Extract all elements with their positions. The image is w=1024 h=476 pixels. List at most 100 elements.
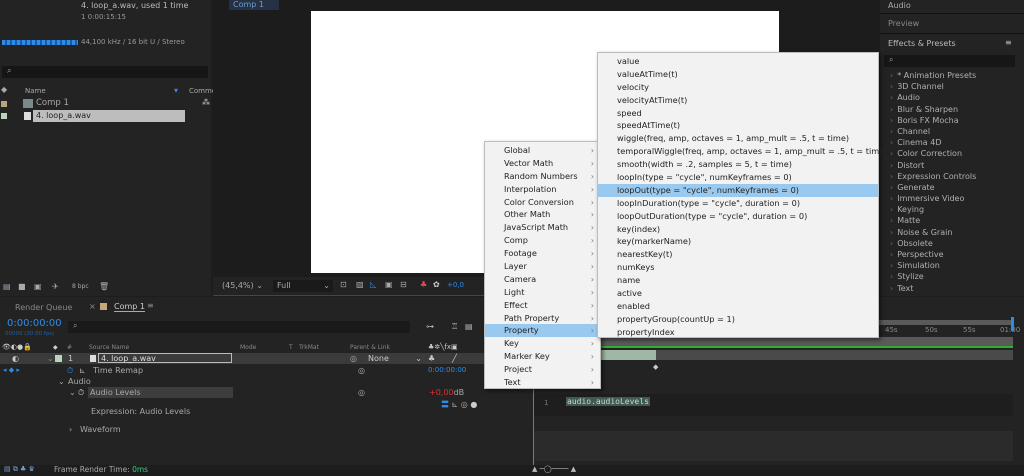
effect-category[interactable]: › * Animation Presets	[884, 70, 1015, 81]
submenu-item[interactable]: active	[598, 287, 878, 300]
expand-chevron-icon[interactable]: ›	[890, 105, 893, 114]
exposure-value[interactable]: +0,0	[447, 281, 464, 289]
expand-chevron-icon[interactable]: ›	[890, 261, 893, 270]
menu-item-marker-key[interactable]: Marker Key ›	[485, 350, 600, 363]
stopwatch-icon[interactable]: ⏱	[67, 365, 73, 376]
expand-chevron-icon[interactable]: ›	[890, 183, 893, 192]
menu-item-global[interactable]: Global ›	[485, 144, 600, 157]
submenu-item[interactable]: loopOut(type = "cycle", numKeyframes = 0…	[598, 183, 878, 197]
source-name-column[interactable]: Source Name	[89, 342, 129, 353]
trash-icon[interactable]: 🗑	[99, 282, 109, 291]
parent-dropdown[interactable]: None ⌄	[362, 353, 424, 364]
expand-chevron-icon[interactable]: ›	[890, 250, 893, 259]
submenu-item[interactable]: speedAtTime(t)	[598, 119, 878, 132]
stopwatch-icon[interactable]: ⏱	[78, 387, 84, 398]
submenu-item[interactable]: velocity	[598, 81, 878, 94]
menu-item-vector-math[interactable]: Vector Math ›	[485, 157, 600, 170]
work-area-end-handle[interactable]	[1011, 317, 1014, 331]
expand-chevron-icon[interactable]: ›	[890, 149, 893, 158]
status-icons[interactable]: ▤ ⧉ ♣ ♛	[4, 465, 35, 474]
timeline-search-input[interactable]: ⌕	[68, 321, 410, 333]
menu-item-comp[interactable]: Comp ›	[485, 234, 600, 247]
waveform-row[interactable]: › Waveform	[0, 424, 530, 435]
grid-guides-icon[interactable]: ⊟	[400, 280, 407, 289]
tab-render-queue[interactable]: Render Queue	[15, 303, 72, 312]
submenu-item[interactable]: nearestKey(t)	[598, 248, 878, 261]
expand-chevron-icon[interactable]: ›	[890, 272, 893, 281]
preview-panel-header[interactable]: Preview	[888, 19, 919, 28]
zoom-slider[interactable]: ▲ ─◯──── ▲	[532, 465, 576, 473]
effect-category[interactable]: › Color Correction	[884, 148, 1015, 159]
menu-item-text[interactable]: Text ›	[485, 376, 600, 389]
expand-chevron-icon[interactable]: ›	[890, 172, 893, 181]
exposure-reset-icon[interactable]: ✿	[433, 280, 440, 289]
audio-panel-header[interactable]: Audio	[888, 1, 911, 10]
pickwhip-icon[interactable]: ◎	[358, 387, 365, 398]
menu-item-other-math[interactable]: Other Math ›	[485, 208, 600, 221]
menu-item-color-conversion[interactable]: Color Conversion ›	[485, 196, 600, 209]
menu-item-key[interactable]: Key ›	[485, 337, 600, 350]
submenu-item[interactable]: propertyIndex	[598, 326, 878, 339]
zoom-dropdown[interactable]: (45,4%) ⌄	[222, 281, 263, 290]
tab-comp-1[interactable]: Comp 1	[114, 302, 145, 312]
effect-category[interactable]: › Perspective	[884, 249, 1015, 260]
submenu-item[interactable]: temporalWiggle(freq, amp, octaves = 1, a…	[598, 145, 887, 158]
work-area-bar[interactable]	[878, 320, 1013, 325]
effects-search-input[interactable]: ⌕	[884, 55, 1015, 67]
menu-item-effect[interactable]: Effect ›	[485, 299, 600, 312]
layer-duration-bar[interactable]	[530, 350, 1013, 360]
transparency-grid-icon[interactable]: ▨	[356, 280, 364, 289]
expand-chevron-icon[interactable]: ⌄	[69, 387, 76, 398]
region-of-interest-icon[interactable]: ▣	[385, 280, 393, 289]
layer-row[interactable]: ◐ ⌄ 1 4. loop_a.wav ◎ None ⌄ ♣ ╱	[0, 353, 530, 364]
viewer-tab[interactable]: Comp 1	[229, 0, 279, 10]
effect-category[interactable]: › Channel	[884, 126, 1015, 137]
audio-group-row[interactable]: ⌄ Audio	[0, 376, 530, 387]
bpc-button[interactable]: 8 bpc	[72, 283, 89, 290]
audio-levels-value[interactable]: +0,00dB	[429, 387, 464, 398]
expand-chevron-icon[interactable]: ›	[890, 284, 893, 293]
submenu-item[interactable]: loopIn(type = "cycle", numKeyframes = 0)	[598, 171, 878, 184]
audio-toggle-icon[interactable]: ◐	[12, 353, 19, 364]
expand-chevron-icon[interactable]: ›	[890, 194, 893, 203]
submenu-item[interactable]: speed	[598, 107, 878, 120]
effect-category[interactable]: › Distort	[884, 160, 1015, 171]
interpret-footage-icon[interactable]: ▤	[3, 282, 11, 291]
frame-blending-icon[interactable]: ▤	[465, 322, 473, 331]
project-item-comp[interactable]: Comp 1 ⁂	[0, 98, 211, 110]
expand-chevron-icon[interactable]: ›	[890, 116, 893, 125]
menu-item-light[interactable]: Light ›	[485, 286, 600, 299]
expand-chevron-icon[interactable]: ⌄	[58, 376, 65, 387]
submenu-item[interactable]: name	[598, 274, 878, 287]
effect-category[interactable]: › Matte	[884, 215, 1015, 226]
expand-chevron-icon[interactable]: ›	[890, 71, 893, 80]
expand-chevron-icon[interactable]: ›	[890, 228, 893, 237]
shy-switch-icon[interactable]: ♣	[428, 353, 435, 364]
menu-item-project[interactable]: Project ›	[485, 363, 600, 376]
submenu-item[interactable]: propertyGroup(countUp = 1)	[598, 313, 878, 326]
time-remap-row[interactable]: ◂ ◆ ▸ ⏱ ⊾ Time Remap ◎ 0:00:00:00	[0, 365, 530, 376]
effect-category[interactable]: › Boris FX Mocha	[884, 115, 1015, 126]
draft-3d-icon[interactable]: ♖	[451, 322, 458, 331]
effect-category[interactable]: › Generate	[884, 182, 1015, 193]
resolution-dropdown[interactable]: Full ⌄	[273, 280, 333, 292]
name-column-header[interactable]: Name	[25, 87, 46, 95]
graph-icon[interactable]: ⊾	[79, 365, 86, 376]
menu-item-layer[interactable]: Layer ›	[485, 260, 600, 273]
tab-close-icon[interactable]: ×	[89, 302, 96, 311]
effects-menu-icon[interactable]: ≡	[1005, 38, 1012, 47]
new-folder-icon[interactable]: ■	[18, 282, 26, 291]
effect-category[interactable]: › Noise & Grain	[884, 227, 1015, 238]
expand-chevron-icon[interactable]: ›	[69, 424, 72, 435]
submenu-item[interactable]: value	[598, 55, 878, 68]
expand-chevron-icon[interactable]: ›	[890, 239, 893, 248]
menu-item-javascript-math[interactable]: JavaScript Math ›	[485, 221, 600, 234]
menu-item-path-property[interactable]: Path Property ›	[485, 312, 600, 325]
effect-category[interactable]: › 3D Channel	[884, 81, 1015, 92]
time-remap-value[interactable]: 0:00:00:00	[428, 365, 466, 376]
project-item-audio[interactable]: 4. loop_a.wav	[0, 110, 211, 122]
new-comp-icon[interactable]: ▣	[34, 282, 42, 291]
submenu-item[interactable]: loopOutDuration(type = "cycle", duration…	[598, 210, 878, 223]
submenu-item[interactable]: velocityAtTime(t)	[598, 94, 878, 107]
effect-category[interactable]: › Stylize	[884, 271, 1015, 282]
